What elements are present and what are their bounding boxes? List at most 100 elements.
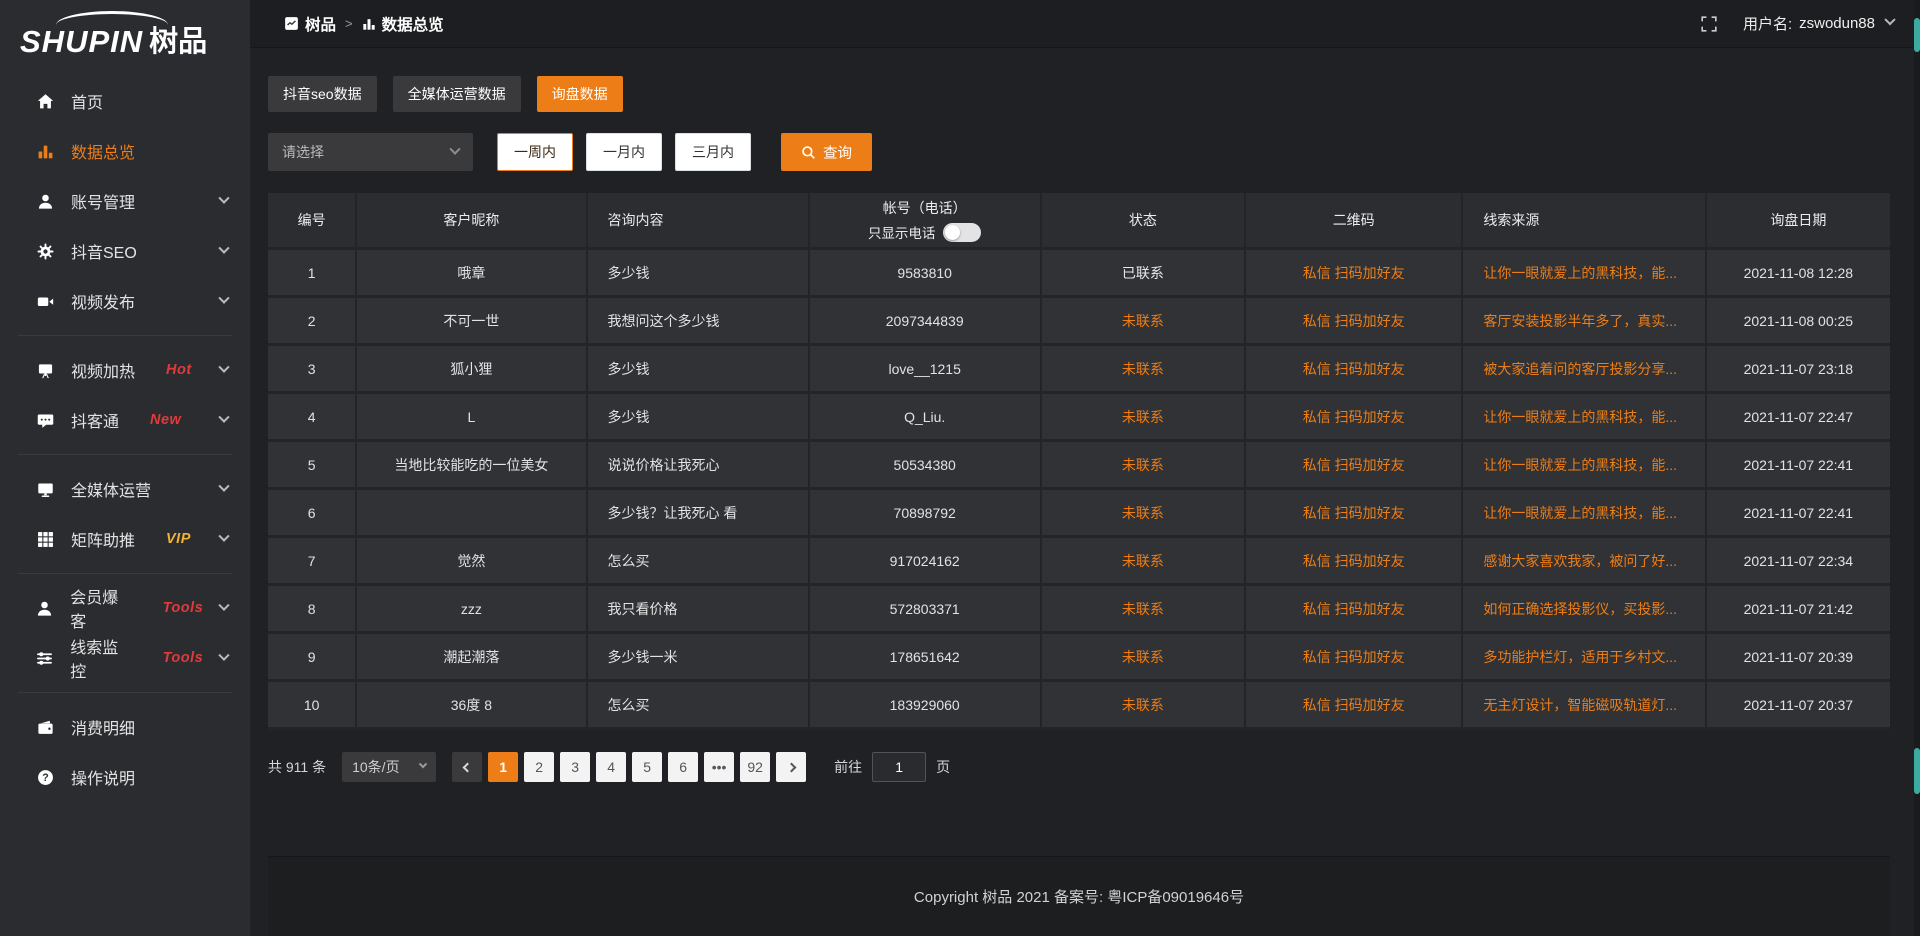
search-button[interactable]: 查询	[781, 133, 872, 171]
chevron-down-icon	[219, 600, 230, 611]
sidebar-item-label: 消费明细	[71, 715, 135, 739]
cell-date: 2021-11-07 21:42	[1707, 586, 1890, 634]
table-row: 4 L 多少钱 Q_Liu. 未联系 私信 扫码加好友 让你一眼就爱上的黑科技，…	[268, 394, 1890, 442]
cell-nickname: zzz	[357, 586, 587, 634]
sidebar-item-douyin-seo[interactable]: 抖音SEO	[0, 226, 250, 276]
range-button[interactable]: 一周内	[497, 133, 573, 171]
cell-source-link[interactable]: 让你一眼就爱上的黑科技，能...	[1463, 394, 1706, 442]
tab-omnimedia-data[interactable]: 全媒体运营数据	[393, 76, 521, 112]
video-camera-icon	[36, 292, 54, 310]
account-select[interactable]: 请选择	[268, 133, 473, 171]
cell-account: 70898792	[810, 490, 1042, 538]
page-button[interactable]: 6	[668, 752, 698, 782]
sidebar-item-douketong[interactable]: 抖客通 New	[0, 395, 250, 445]
cell-source-link[interactable]: 让你一眼就爱上的黑科技，能...	[1463, 442, 1706, 490]
cell-source-link[interactable]: 如何正确选择投影仪，买投影...	[1463, 586, 1706, 634]
table-row: 3 狐小狸 多少钱 love__1215 未联系 私信 扫码加好友 被大家追着问…	[268, 346, 1890, 394]
tab-douyin-seo-data[interactable]: 抖音seo数据	[268, 76, 377, 112]
cell-status: 未联系	[1042, 442, 1246, 490]
table-header: 编号 客户昵称 咨询内容 帐号（电话） 只显示电话	[268, 193, 1890, 250]
cell-qrcode-link[interactable]: 私信 扫码加好友	[1246, 490, 1463, 538]
cell-id: 9	[268, 634, 357, 682]
scrollbar[interactable]	[1914, 0, 1920, 936]
sidebar-item-instructions[interactable]: ? 操作说明	[0, 752, 250, 802]
breadcrumb-root-label: 树品	[305, 13, 336, 35]
cell-qrcode-link[interactable]: 私信 扫码加好友	[1246, 586, 1463, 634]
cell-qrcode-link[interactable]: 私信 扫码加好友	[1246, 346, 1463, 394]
scrollbar-thumb[interactable]	[1914, 18, 1920, 52]
cell-account: 183929060	[810, 682, 1042, 730]
page-button[interactable]: 5	[632, 752, 662, 782]
cell-content: 多少钱一米	[588, 634, 810, 682]
cell-qrcode-link[interactable]: 私信 扫码加好友	[1246, 634, 1463, 682]
cell-qrcode-link[interactable]: 私信 扫码加好友	[1246, 250, 1463, 298]
brand-logo[interactable]: SHUPIN 树品	[0, 6, 250, 64]
cell-content: 怎么买	[588, 682, 810, 730]
cell-account: Q_Liu.	[810, 394, 1042, 442]
new-badge: New	[150, 412, 181, 428]
header-account-label: 帐号（电话）	[883, 198, 967, 218]
sidebar-item-clue-monitoring[interactable]: 线索监控 Tools	[0, 633, 250, 683]
search-icon	[801, 145, 816, 160]
page-button[interactable]: 2	[524, 752, 554, 782]
next-page-button[interactable]	[776, 752, 806, 782]
cell-id: 4	[268, 394, 357, 442]
cell-qrcode-link[interactable]: 私信 扫码加好友	[1246, 538, 1463, 586]
breadcrumb-current[interactable]: 数据总览	[362, 13, 444, 35]
cell-account: 2097344839	[810, 298, 1042, 346]
fullscreen-icon[interactable]	[1701, 16, 1717, 32]
sidebar-item-omnimedia-operation[interactable]: 全媒体运营	[0, 464, 250, 514]
sidebar-item-label: 视频发布	[71, 289, 135, 313]
cell-qrcode-link[interactable]: 私信 扫码加好友	[1246, 442, 1463, 490]
page-button[interactable]: •••	[704, 752, 734, 782]
cell-source-link[interactable]: 被大家追着问的客厅投影分享...	[1463, 346, 1706, 394]
cell-source-link[interactable]: 多功能护栏灯，适用于乡村文...	[1463, 634, 1706, 682]
cell-qrcode-link[interactable]: 私信 扫码加好友	[1246, 682, 1463, 730]
breadcrumb-root[interactable]: 树品	[284, 13, 336, 35]
cell-content: 我只看价格	[588, 586, 810, 634]
prev-page-button[interactable]	[452, 752, 482, 782]
grid-icon	[36, 530, 54, 548]
page-button[interactable]: 3	[560, 752, 590, 782]
tab-inquiry-data[interactable]: 询盘数据	[537, 76, 623, 112]
sidebar-item-label: 首页	[71, 89, 103, 113]
user-dropdown[interactable]: 用户名: zswodun88	[1743, 13, 1894, 34]
cell-status: 未联系	[1042, 682, 1246, 730]
page-button[interactable]: 4	[596, 752, 626, 782]
range-button[interactable]: 一月内	[586, 133, 662, 171]
page-button[interactable]: 1	[488, 752, 518, 782]
cell-qrcode-link[interactable]: 私信 扫码加好友	[1246, 298, 1463, 346]
gear-icon	[36, 242, 54, 260]
cell-qrcode-link[interactable]: 私信 扫码加好友	[1246, 394, 1463, 442]
sidebar-divider	[18, 692, 232, 693]
sidebar-item-home[interactable]: 首页	[0, 76, 250, 126]
sidebar-item-data-overview[interactable]: 数据总览	[0, 126, 250, 176]
sidebar-item-video-heating[interactable]: 视频加热 Hot	[0, 345, 250, 395]
page-button[interactable]: 92	[740, 752, 770, 782]
sidebar-item-member-baoke[interactable]: 会员爆客 Tools	[0, 583, 250, 633]
cell-content: 多少钱	[588, 250, 810, 298]
cell-source-link[interactable]: 让你一眼就爱上的黑科技，能...	[1463, 490, 1706, 538]
header-date: 询盘日期	[1707, 193, 1890, 250]
sidebar-item-account-management[interactable]: 账号管理	[0, 176, 250, 226]
sidebar-divider	[18, 573, 232, 574]
range-button[interactable]: 三月内	[675, 133, 751, 171]
sidebar-item-matrix-boost[interactable]: 矩阵助推 VIP	[0, 514, 250, 564]
cell-date: 2021-11-08 12:28	[1707, 250, 1890, 298]
sidebar-item-consumption-details[interactable]: 消费明细	[0, 702, 250, 752]
cell-source-link[interactable]: 无主灯设计，智能磁吸轨道灯...	[1463, 682, 1706, 730]
goto-page-input[interactable]	[872, 752, 926, 782]
sidebar-item-video-publish[interactable]: 视频发布	[0, 276, 250, 326]
cell-date: 2021-11-07 20:39	[1707, 634, 1890, 682]
page-size-select[interactable]: 10条/页	[342, 752, 436, 782]
cell-nickname: 36度 8	[357, 682, 587, 730]
cell-nickname: 不可一世	[357, 298, 587, 346]
username-label: 用户名:	[1743, 13, 1792, 34]
footer: Copyright 树品 2021 备案号: 粤ICP备09019646号	[268, 856, 1890, 936]
phone-only-toggle[interactable]	[943, 223, 981, 242]
select-placeholder: 请选择	[282, 142, 324, 162]
cell-content: 我想问这个多少钱	[588, 298, 810, 346]
cell-source-link[interactable]: 让你一眼就爱上的黑科技，能...	[1463, 250, 1706, 298]
cell-source-link[interactable]: 客厅安装投影半年多了，真实...	[1463, 298, 1706, 346]
cell-source-link[interactable]: 感谢大家喜欢我家，被问了好...	[1463, 538, 1706, 586]
